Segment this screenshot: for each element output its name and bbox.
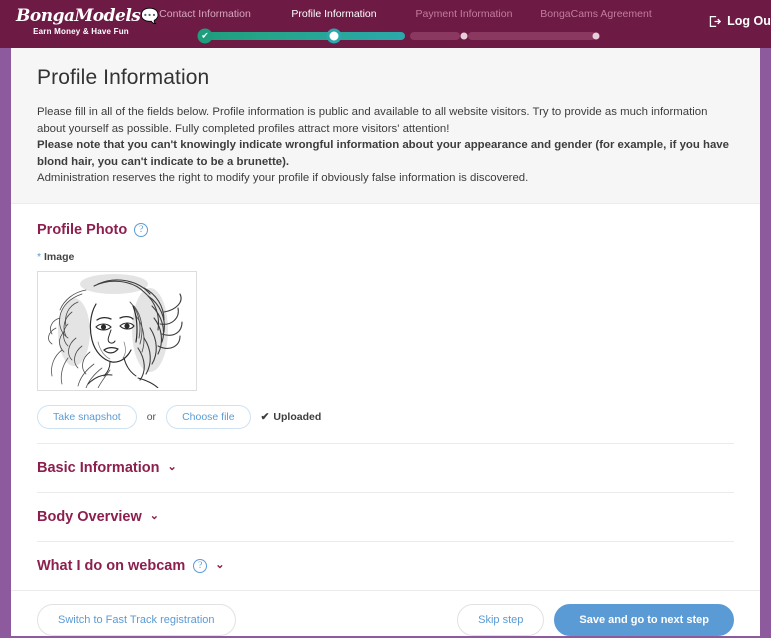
progress-segment-empty-1 — [410, 32, 460, 40]
accordion-what-i-do-on-webcam[interactable]: What I do on webcam ? ⌄ — [37, 540, 734, 590]
bongamodels-logo[interactable]: BongaModels💬 Earn Money & Have Fun — [16, 6, 160, 36]
skip-step-button[interactable]: Skip step — [457, 603, 545, 636]
logo-wordmark: BongaModels💬 — [16, 6, 160, 26]
step-labels: Contact Information Profile Information … — [148, 8, 658, 22]
step-label-profile-information[interactable]: Profile Information — [291, 8, 376, 20]
switch-fast-track-button[interactable]: Switch to Fast Track registration — [37, 603, 236, 636]
registration-page: BongaModels💬 Earn Money & Have Fun Conta… — [0, 0, 771, 638]
logout-icon — [708, 15, 722, 28]
uploaded-label: Uploaded — [273, 410, 322, 423]
logout-button[interactable]: Log Out — [708, 14, 771, 28]
accordion-basic-information-header: Basic Information ⌄ — [37, 460, 734, 476]
photo-actions: Take snapshot or Choose file ✔ Uploaded — [37, 404, 734, 429]
step-label-payment-information[interactable]: Payment Information — [416, 8, 513, 20]
image-label-text: Image — [44, 250, 75, 263]
accordion-body-overview[interactable]: Body Overview ⌄ — [37, 491, 734, 541]
page-title: Profile Information — [37, 66, 210, 89]
logout-label: Log Out — [727, 14, 771, 28]
upload-status: ✔ Uploaded — [261, 411, 322, 423]
accordion-what-i-do-on-webcam-header: What I do on webcam ? ⌄ — [37, 558, 734, 574]
profile-photo-thumbnail[interactable] — [37, 270, 197, 391]
step-label-bongacams-agreement[interactable]: BongaCams Agreement — [540, 8, 651, 20]
chevron-down-icon[interactable]: ⌄ — [167, 462, 176, 473]
profile-photo-title: Profile Photo — [37, 221, 128, 238]
footer-right-actions: Skip step Save and go to next step — [457, 603, 734, 636]
logo-text: BongaModels — [16, 6, 141, 26]
intro-paragraph-1: Please fill in all of the fields below. … — [37, 106, 708, 135]
chevron-down-icon[interactable]: ⌄ — [150, 511, 159, 522]
accordion-body-overview-header: Body Overview ⌄ — [37, 509, 734, 525]
accordion-basic-information-title: Basic Information — [37, 459, 160, 476]
help-icon-profile-photo[interactable]: ? — [134, 222, 149, 237]
step-label-contact-information[interactable]: Contact Information — [159, 8, 251, 20]
save-and-next-button[interactable]: Save and go to next step — [554, 603, 734, 636]
progress-dot-contact-information[interactable]: ✔ — [197, 28, 213, 44]
progress-dot-profile-information[interactable] — [326, 28, 342, 44]
progress-dot-bongacams-agreement[interactable] — [592, 32, 600, 40]
logo-tagline: Earn Money & Have Fun — [33, 27, 129, 36]
choose-file-button[interactable]: Choose file — [166, 404, 251, 429]
image-field-label: * Image — [37, 251, 734, 263]
accordion-basic-information[interactable]: Basic Information ⌄ — [37, 442, 734, 492]
progress-segment-empty-2 — [468, 32, 596, 40]
help-icon-what-i-do-on-webcam[interactable]: ? — [193, 558, 208, 573]
profile-photo-section: Profile Photo ? * Image Take snapshot or… — [37, 204, 734, 443]
progress-dot-payment-information[interactable] — [460, 32, 468, 40]
chevron-down-icon[interactable]: ⌄ — [215, 560, 224, 571]
intro-block: Profile Information Please fill in all o… — [11, 48, 760, 204]
profile-photo-heading: Profile Photo ? — [37, 222, 734, 238]
accordion-what-i-do-on-webcam-title: What I do on webcam — [37, 557, 186, 574]
site-header: BongaModels💬 Earn Money & Have Fun Conta… — [0, 0, 771, 48]
progress-bar: ✔ — [148, 28, 658, 44]
take-snapshot-button[interactable]: Take snapshot — [37, 404, 137, 429]
or-label: or — [146, 410, 157, 423]
intro-paragraph-2: Please note that you can't knowingly ind… — [37, 139, 729, 168]
intro-paragraph-3: Administration reserves the right to mod… — [37, 172, 529, 184]
profile-photo-sketch — [38, 271, 194, 388]
progress-segment-filled-1 — [200, 32, 405, 40]
registration-progress: Contact Information Profile Information … — [148, 8, 658, 44]
accordion-body-overview-title: Body Overview — [37, 508, 142, 525]
required-asterisk: * — [37, 250, 42, 263]
check-icon: ✔ — [260, 410, 270, 423]
form-footer: Switch to Fast Track registration Skip s… — [11, 589, 760, 636]
main-content: Profile Photo ? * Image Take snapshot or… — [11, 203, 760, 590]
